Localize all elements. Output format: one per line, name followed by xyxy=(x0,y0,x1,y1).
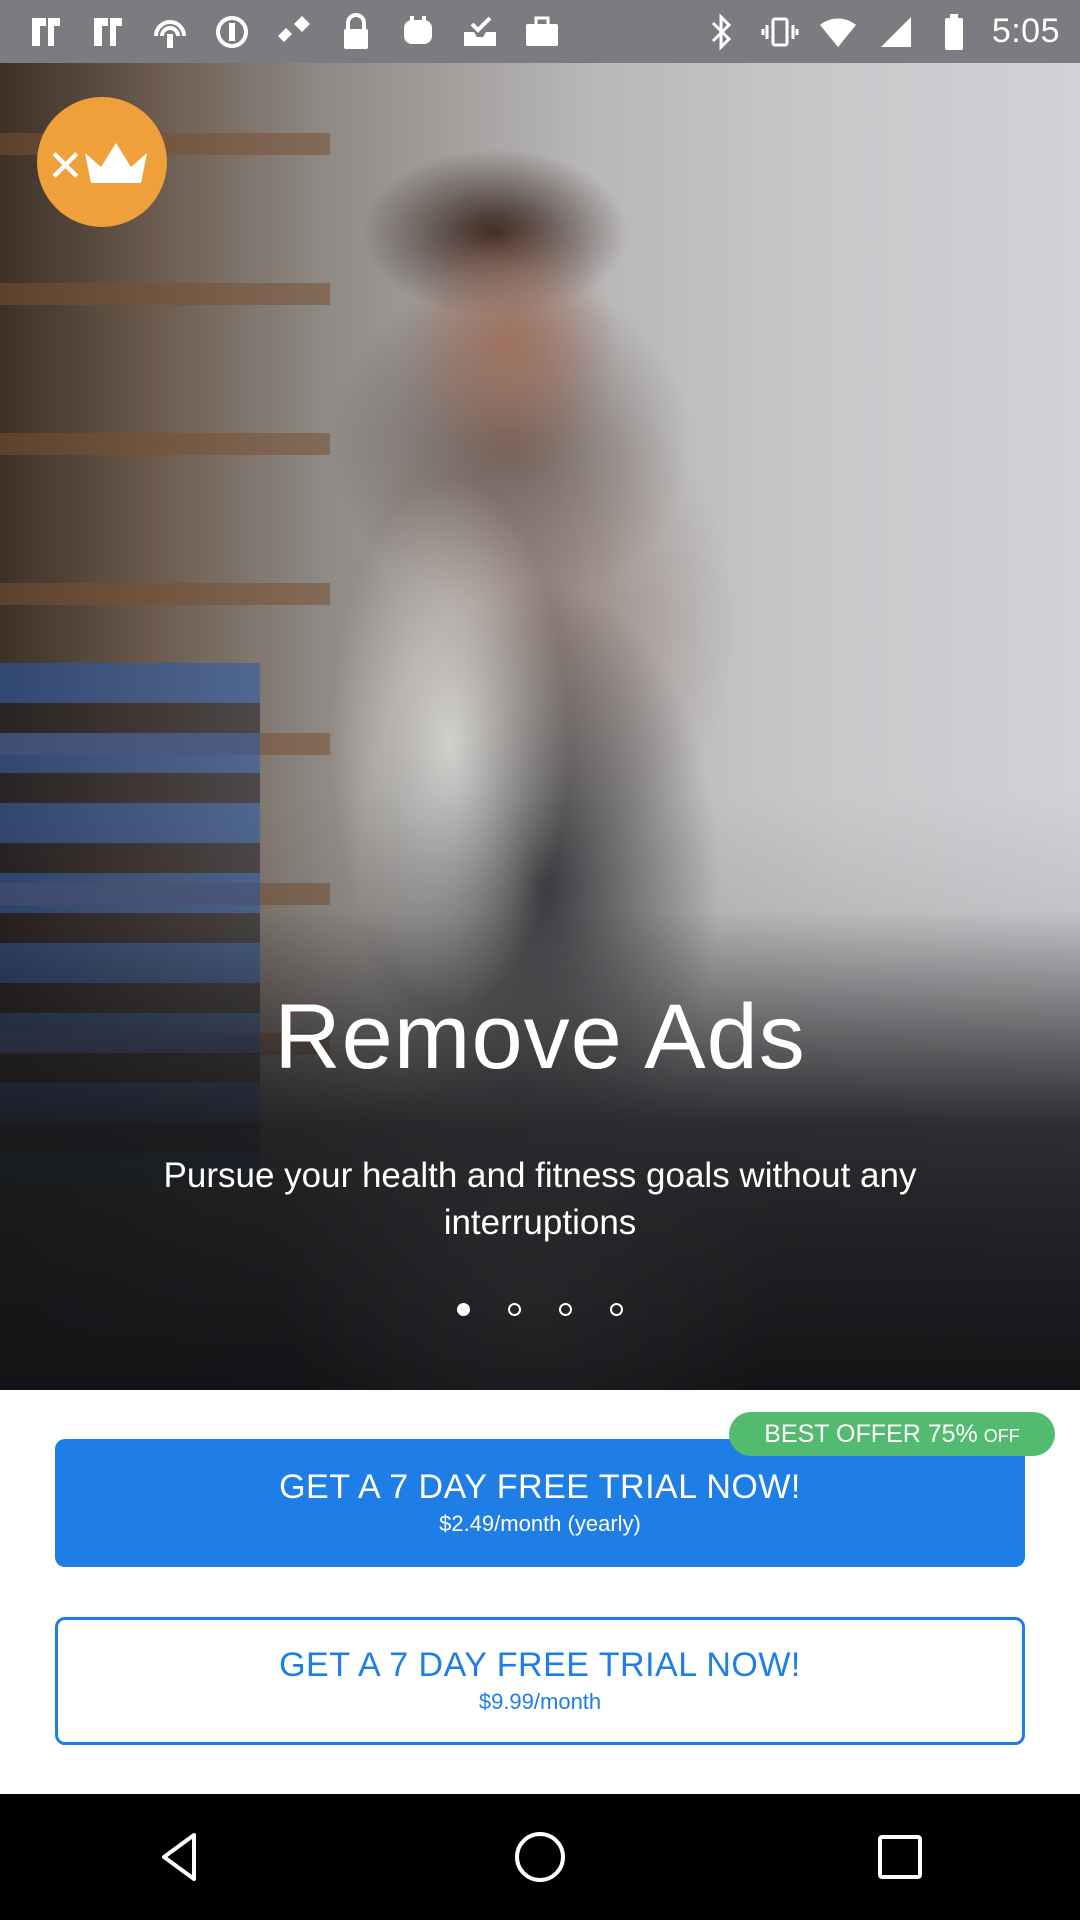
yearly-trial-title: GET A 7 DAY FREE TRIAL NOW! xyxy=(279,1468,801,1506)
close-button[interactable]: ✕ xyxy=(37,97,167,227)
app-icon xyxy=(398,12,438,52)
notification-icon xyxy=(88,12,128,52)
best-offer-badge: BEST OFFER 75% OFF xyxy=(729,1412,1055,1456)
status-time: 5:05 xyxy=(991,12,1060,50)
back-button[interactable] xyxy=(130,1807,230,1907)
status-bar: 5:05 xyxy=(0,0,1080,63)
yearly-trial-button[interactable]: GET A 7 DAY FREE TRIAL NOW! $2.49/month … xyxy=(55,1439,1025,1567)
battery-icon xyxy=(934,12,974,52)
notification-icon xyxy=(26,12,66,52)
status-bar-system: 5:05 xyxy=(702,12,1080,52)
circle-icon xyxy=(212,12,252,52)
recents-icon xyxy=(878,1835,922,1879)
bluetooth-icon xyxy=(702,12,742,52)
crown-icon xyxy=(85,143,147,183)
page-subtitle: Pursue your health and fitness goals wit… xyxy=(163,1156,917,1242)
best-offer-suffix: OFF xyxy=(983,1425,1020,1446)
fake-gps-icon xyxy=(274,12,314,52)
carousel-dot[interactable] xyxy=(508,1303,521,1316)
navigation-bar xyxy=(0,1794,1080,1920)
carousel-dot[interactable] xyxy=(457,1303,470,1316)
monthly-trial-price: $9.99/month xyxy=(478,1689,602,1714)
lock-icon xyxy=(336,12,376,52)
tray-icon xyxy=(460,12,500,52)
briefcase-icon xyxy=(522,12,562,52)
wifi-icon xyxy=(818,12,858,52)
carousel-indicator xyxy=(0,1303,1080,1316)
podcast-icon xyxy=(150,12,190,52)
recents-button[interactable] xyxy=(850,1807,950,1907)
yearly-trial-price: $2.49/month (yearly) xyxy=(439,1511,641,1536)
monthly-trial-title: GET A 7 DAY FREE TRIAL NOW! xyxy=(279,1646,801,1684)
best-offer-text: BEST OFFER 75% xyxy=(764,1419,978,1448)
monthly-trial-button[interactable]: GET A 7 DAY FREE TRIAL NOW! $9.99/month xyxy=(55,1617,1025,1745)
close-icon: ✕ xyxy=(47,142,84,191)
home-icon xyxy=(515,1832,565,1882)
carousel-dot[interactable] xyxy=(610,1303,623,1316)
status-bar-notifications xyxy=(0,12,562,52)
carousel-dot[interactable] xyxy=(559,1303,572,1316)
page-title: Remove Ads xyxy=(274,986,806,1088)
back-icon xyxy=(162,1833,196,1881)
home-button[interactable] xyxy=(490,1807,590,1907)
signal-icon xyxy=(876,12,916,52)
vibrate-icon xyxy=(760,12,800,52)
